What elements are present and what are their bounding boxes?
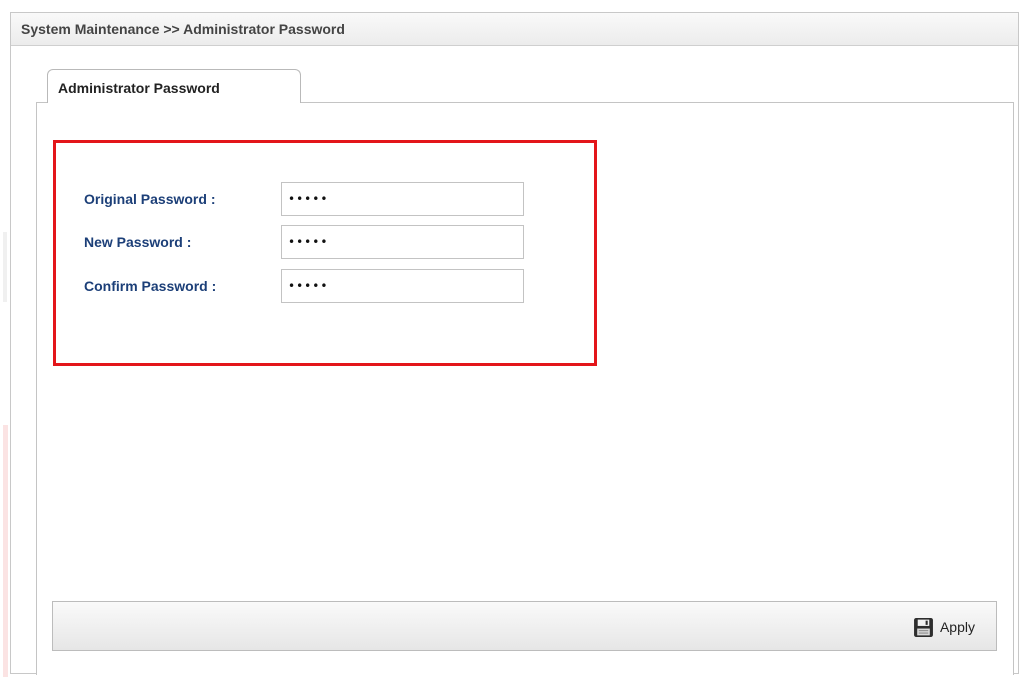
original-password-field[interactable] (281, 182, 524, 216)
breadcrumb: System Maintenance >> Administrator Pass… (21, 21, 345, 37)
new-password-field[interactable] (281, 225, 524, 259)
tab-administrator-password[interactable]: Administrator Password (47, 69, 301, 103)
confirm-password-field[interactable] (281, 269, 524, 303)
action-bar: Apply (52, 601, 997, 651)
new-password-label: New Password : (84, 234, 192, 250)
left-edge-strip (0, 0, 9, 677)
left-edge-segment (3, 425, 8, 677)
original-password-label: Original Password : (84, 191, 216, 207)
apply-label: Apply (939, 619, 975, 635)
left-edge-segment (3, 232, 7, 302)
apply-button[interactable]: Apply (913, 614, 975, 640)
content-window: System Maintenance >> Administrator Pass… (10, 12, 1019, 675)
title-bar: System Maintenance >> Administrator Pass… (11, 13, 1018, 46)
save-icon (914, 617, 933, 637)
confirm-password-label: Confirm Password : (84, 278, 217, 294)
tab-label: Administrator Password (58, 80, 220, 96)
